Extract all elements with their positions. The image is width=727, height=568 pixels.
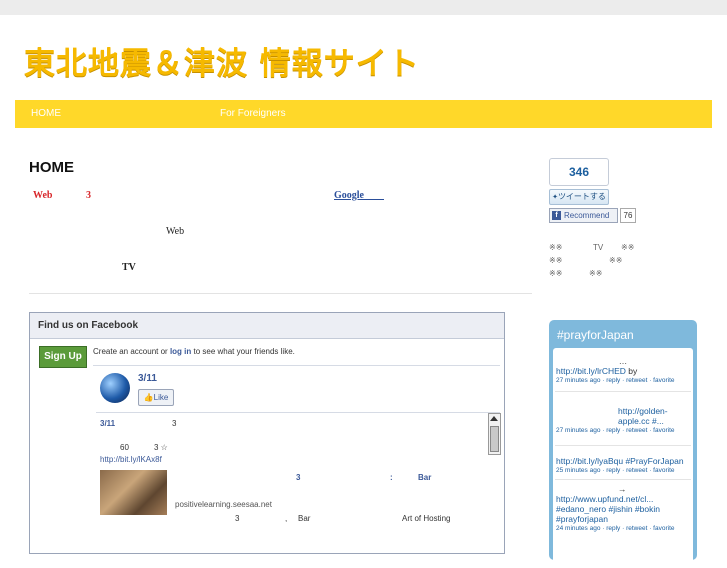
recommend-button[interactable]: f Recommend <box>549 208 618 223</box>
page-avatar[interactable] <box>100 373 130 403</box>
tweet-item: → http://www.upfund.net/cl... #edano_ner… <box>556 484 690 534</box>
post-author[interactable]: 3/11 <box>100 419 115 428</box>
story-comma: , <box>285 514 288 523</box>
story-three-2: 3 <box>235 514 240 523</box>
tweet-link[interactable]: http://golden-apple.cc #... <box>556 406 690 426</box>
create-post: to see what your friends like. <box>191 347 295 356</box>
side-note-1a: ※※ <box>549 243 563 252</box>
tweet-meta[interactable]: 27 minutes ago · reply · retweet · favor… <box>556 376 690 386</box>
story-thumbnail[interactable] <box>100 470 167 515</box>
tweet-separator <box>555 445 691 446</box>
tweet-count: 346 <box>549 158 609 186</box>
recommend-count: 76 <box>620 208 636 223</box>
side-note-3a: ※※ <box>549 269 563 278</box>
site-title: 東北地震＆津波 情報サイト <box>24 46 420 82</box>
story-bar-2: Bar <box>298 514 311 523</box>
create-pre: Create an account or <box>93 347 170 356</box>
tweet-meta[interactable]: 27 minutes ago · reply · retweet · favor… <box>556 426 690 436</box>
tweet-link[interactable]: http://www.upfund.net/cl... #edano_nero … <box>556 494 690 524</box>
tweet-separator <box>555 479 691 480</box>
story-art: Art of Hosting <box>402 514 451 523</box>
facebook-separator <box>93 365 500 366</box>
nav-home[interactable]: HOME <box>31 108 61 119</box>
story-domain: positivelearning.seesaa.net <box>175 500 272 509</box>
divider <box>29 293 532 294</box>
page-title: HOME <box>29 159 74 176</box>
tweet-separator <box>555 391 691 392</box>
facebook-box: Find us on Facebook Sign Up Create an ac… <box>29 312 505 554</box>
web-text: Web <box>166 226 185 237</box>
post-sixty: 60 <box>120 443 129 452</box>
tweet-pre: → <box>618 484 627 494</box>
recommend-label: Recommend <box>564 211 610 220</box>
post-three-star: 3 ☆ <box>154 443 168 452</box>
facebook-f-icon: f <box>552 211 561 221</box>
side-note-2b: ※※ <box>609 256 623 265</box>
side-note-1c: ※※ <box>621 243 635 252</box>
like-label: Like <box>153 393 169 402</box>
tweet-link[interactable]: http://bit.ly/lrCHED <box>556 366 626 376</box>
facebook-header: Find us on Facebook <box>30 313 504 339</box>
story-bar[interactable]: Bar <box>418 473 431 482</box>
like-button[interactable]: 👍Like <box>138 389 174 406</box>
post-link[interactable]: http://bit.ly/lKAx8f <box>100 455 162 464</box>
top-strip <box>0 0 727 15</box>
nav-bar: HOME For Foreigners <box>15 100 712 128</box>
tweet-pre: … <box>618 356 628 366</box>
google-link[interactable]: Google​ <box>334 190 384 201</box>
tweet-item: http://golden-apple.cc #... 27 minutes a… <box>556 406 690 436</box>
tweet-item: … http://bit.ly/lrCHED by 27 minutes ago… <box>556 356 690 386</box>
facebook-page-name[interactable]: 3/11 <box>138 373 157 384</box>
web-label: Web <box>33 190 53 201</box>
tweet-button-label: ツイートする <box>557 192 606 201</box>
tweet-button[interactable]: ✦ツイートする <box>549 189 609 205</box>
nav-for-foreigners[interactable]: For Foreigners <box>220 108 286 119</box>
scroll-thumb[interactable] <box>490 426 499 452</box>
post-three: 3 <box>172 419 177 428</box>
tweet-tail: by <box>625 366 638 376</box>
twitter-widget-title[interactable]: #prayforJapan <box>557 328 634 342</box>
facebook-create-text: Create an account or log in to see what … <box>93 347 295 356</box>
story-three[interactable]: 3 <box>296 473 300 482</box>
stream-separator <box>96 412 500 413</box>
twitter-widget: #prayforJapan … http://bit.ly/lrCHED by … <box>549 320 697 568</box>
tv-text: TV <box>122 262 136 273</box>
google-link-text: Google <box>334 190 364 201</box>
scroll-up-icon[interactable] <box>490 416 498 421</box>
tweet-meta[interactable]: 25 minutes ago · reply · retweet · favor… <box>556 466 690 476</box>
signup-button[interactable]: Sign Up <box>39 346 87 368</box>
tweet-item: http://bit.ly/lyaBqu #PrayForJapan 25 mi… <box>556 456 690 476</box>
side-note-3b: ※※ <box>589 269 603 278</box>
three-label: 3 <box>86 190 91 201</box>
login-link[interactable]: log in <box>170 347 191 356</box>
twitter-widget-body: … http://bit.ly/lrCHED by 27 minutes ago… <box>553 348 693 568</box>
thumbs-up-icon: 👍 <box>143 393 154 402</box>
tweet-link[interactable]: http://bit.ly/lyaBqu #PrayForJapan <box>556 456 690 466</box>
tweet-meta[interactable]: 24 minutes ago · reply · retweet · favor… <box>556 524 690 534</box>
side-note-1b: TV <box>593 243 604 252</box>
story-colon[interactable]: : <box>390 473 393 482</box>
side-note-2a: ※※ <box>549 256 563 265</box>
stream-scrollbar[interactable] <box>488 413 501 455</box>
